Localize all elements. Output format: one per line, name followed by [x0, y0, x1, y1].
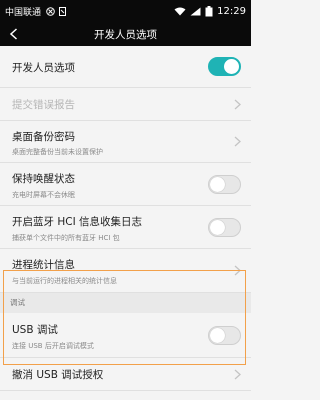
status-bar: 中国联通 12:29: [0, 0, 251, 22]
process-stats-row[interactable]: 进程统计信息 与当前运行的进程相关的统计信息: [0, 249, 251, 293]
bug-report-row[interactable]: 提交错误报告: [0, 88, 251, 121]
wifi-icon: [174, 7, 186, 15]
chevron-right-icon: [234, 369, 241, 380]
switch-knob: [210, 220, 225, 235]
chevron-right-icon: [234, 99, 241, 110]
carrier-name: 中国联通: [5, 7, 42, 18]
row-title: 保持唤醒状态: [12, 173, 75, 185]
revoke-usb-auth-row[interactable]: 撤消 USB 调试授权: [0, 358, 251, 391]
row-title: 开启蓝牙 HCI 信息收集日志: [12, 216, 142, 228]
chevron-right-icon: [234, 265, 241, 276]
title-bar: 开发人员选项: [0, 22, 251, 46]
row-subtitle: 连接 USB 后开启调试模式: [12, 342, 94, 350]
switch-knob: [210, 328, 225, 343]
row-title: 提交错误报告: [12, 99, 75, 111]
usb-debugging-switch[interactable]: [208, 326, 241, 345]
backup-password-row[interactable]: 桌面备份密码 桌面完整备份当前未设置保护: [0, 121, 251, 163]
row-subtitle: 与当前运行的进程相关的统计信息: [12, 277, 117, 285]
switch-knob: [224, 59, 239, 74]
data-icon: [59, 6, 67, 16]
row-subtitle: 桌面完整备份当前未设置保护: [12, 148, 103, 156]
bluetooth-hci-log-switch[interactable]: [208, 218, 241, 237]
clock: 12:29: [217, 5, 246, 17]
developer-options-switch[interactable]: [208, 57, 241, 76]
bluetooth-hci-log-row[interactable]: 开启蓝牙 HCI 信息收集日志 捕获单个文件中的所有蓝牙 HCI 包: [0, 206, 251, 249]
stay-awake-row[interactable]: 保持唤醒状态 充电时屏幕不会休眠: [0, 163, 251, 206]
chevron-right-icon: [234, 136, 241, 147]
row-title: 进程统计信息: [12, 259, 75, 271]
row-title: 撤消 USB 调试授权: [12, 369, 104, 381]
sim-icon: [46, 6, 55, 16]
row-title: 桌面备份密码: [12, 131, 75, 143]
developer-options-row[interactable]: 开发人员选项: [0, 46, 251, 88]
battery-icon: [205, 5, 213, 16]
row-subtitle: 捕获单个文件中的所有蓝牙 HCI 包: [12, 234, 120, 242]
signal-icon: [190, 7, 201, 15]
row-title: 开发人员选项: [12, 62, 75, 74]
switch-knob: [210, 177, 225, 192]
usb-debugging-row[interactable]: USB 调试 连接 USB 后开启调试模式: [0, 313, 251, 358]
row-title: USB 调试: [12, 324, 58, 336]
settings-list: 开发人员选项 提交错误报告 桌面备份密码 桌面完整备份当前未设置保护 保持唤醒状…: [0, 46, 251, 391]
stay-awake-switch[interactable]: [208, 175, 241, 194]
page-title: 开发人员选项: [94, 29, 157, 41]
row-subtitle: 充电时屏幕不会休眠: [12, 191, 75, 199]
debug-section-header: 调试: [0, 293, 251, 313]
